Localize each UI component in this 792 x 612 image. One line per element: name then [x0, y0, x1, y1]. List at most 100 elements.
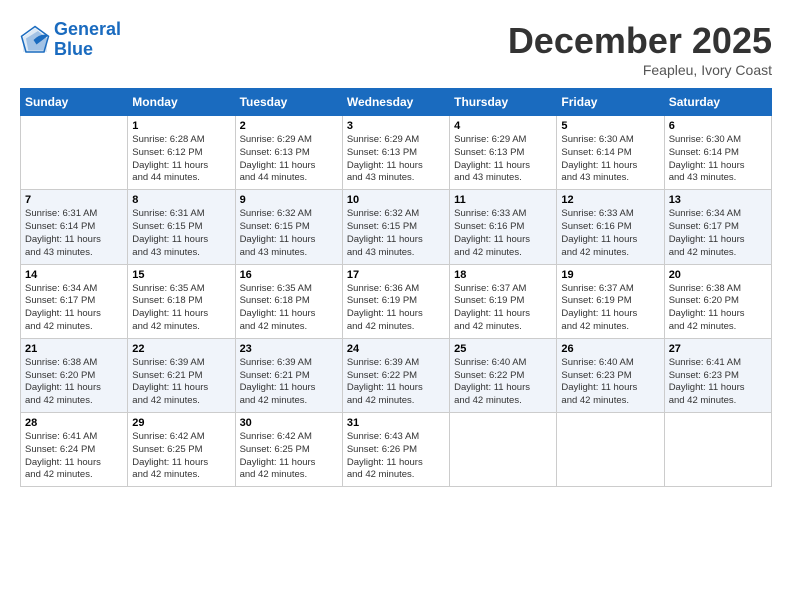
day-number: 26 — [561, 343, 659, 355]
day-number: 8 — [132, 194, 230, 206]
day-number: 24 — [347, 343, 445, 355]
day-number: 27 — [669, 343, 767, 355]
calendar-cell: 17 Sunrise: 6:36 AM Sunset: 6:19 PM Dayli… — [342, 264, 449, 338]
calendar-cell: 25 Sunrise: 6:40 AM Sunset: 6:22 PM Dayli… — [450, 338, 557, 412]
calendar-cell: 1Sunrise: 6:28 AM Sunset: 6:12 PM Daylig… — [128, 116, 235, 190]
day-number: 23 — [240, 343, 338, 355]
day-number: 28 — [25, 417, 123, 429]
cell-info: Sunrise: 6:38 AM Sunset: 6:20 PM Dayligh… — [25, 357, 123, 408]
cell-info: Sunrise: 6:39 AM Sunset: 6:21 PM Dayligh… — [240, 357, 338, 408]
logo-icon — [20, 25, 50, 55]
calendar-cell: 16 Sunrise: 6:35 AM Sunset: 6:18 PM Dayli… — [235, 264, 342, 338]
calendar-cell: 31Sunrise: 6:43 AM Sunset: 6:26 PM Dayli… — [342, 413, 449, 487]
calendar-cell: 29Sunrise: 6:42 AM Sunset: 6:25 PM Dayli… — [128, 413, 235, 487]
cell-info: Sunrise: 6:40 AM Sunset: 6:23 PM Dayligh… — [561, 357, 659, 408]
month-title: December 2025 — [508, 20, 772, 62]
cell-info: Sunrise: 6:34 AM Sunset: 6:17 PM Dayligh… — [25, 283, 123, 334]
cell-info: Sunrise: 6:31 AM Sunset: 6:14 PM Dayligh… — [25, 208, 123, 259]
calendar-body: 1Sunrise: 6:28 AM Sunset: 6:12 PM Daylig… — [21, 116, 772, 487]
day-number: 4 — [454, 120, 552, 132]
calendar-cell: 9 Sunrise: 6:32 AM Sunset: 6:15 PM Daylig… — [235, 190, 342, 264]
day-number: 6 — [669, 120, 767, 132]
calendar-table: SundayMondayTuesdayWednesdayThursdayFrid… — [20, 88, 772, 487]
calendar-week-2: 7 Sunrise: 6:31 AM Sunset: 6:14 PM Daylig… — [21, 190, 772, 264]
day-number: 20 — [669, 269, 767, 281]
day-number: 19 — [561, 269, 659, 281]
logo-text: General Blue — [54, 20, 121, 60]
cell-info: Sunrise: 6:28 AM Sunset: 6:12 PM Dayligh… — [132, 134, 230, 185]
day-number: 25 — [454, 343, 552, 355]
weekday-saturday: Saturday — [664, 89, 771, 116]
cell-info: Sunrise: 6:33 AM Sunset: 6:16 PM Dayligh… — [561, 208, 659, 259]
cell-info: Sunrise: 6:39 AM Sunset: 6:21 PM Dayligh… — [132, 357, 230, 408]
calendar-cell: 12 Sunrise: 6:33 AM Sunset: 6:16 PM Dayli… — [557, 190, 664, 264]
day-number: 30 — [240, 417, 338, 429]
day-number: 17 — [347, 269, 445, 281]
calendar-cell: 7 Sunrise: 6:31 AM Sunset: 6:14 PM Daylig… — [21, 190, 128, 264]
calendar-cell: 15 Sunrise: 6:35 AM Sunset: 6:18 PM Dayli… — [128, 264, 235, 338]
weekday-thursday: Thursday — [450, 89, 557, 116]
cell-info: Sunrise: 6:42 AM Sunset: 6:25 PM Dayligh… — [240, 431, 338, 482]
weekday-wednesday: Wednesday — [342, 89, 449, 116]
cell-info: Sunrise: 6:31 AM Sunset: 6:15 PM Dayligh… — [132, 208, 230, 259]
day-number: 11 — [454, 194, 552, 206]
calendar-cell: 3 Sunrise: 6:29 AM Sunset: 6:13 PM Daylig… — [342, 116, 449, 190]
calendar-cell: 10Sunrise: 6:32 AM Sunset: 6:15 PM Dayli… — [342, 190, 449, 264]
calendar-cell: 14 Sunrise: 6:34 AM Sunset: 6:17 PM Dayli… — [21, 264, 128, 338]
calendar-cell — [21, 116, 128, 190]
day-number: 29 — [132, 417, 230, 429]
cell-info: Sunrise: 6:30 AM Sunset: 6:14 PM Dayligh… — [669, 134, 767, 185]
calendar-week-5: 28 Sunrise: 6:41 AM Sunset: 6:24 PM Dayli… — [21, 413, 772, 487]
cell-info: Sunrise: 6:41 AM Sunset: 6:23 PM Dayligh… — [669, 357, 767, 408]
cell-info: Sunrise: 6:36 AM Sunset: 6:19 PM Dayligh… — [347, 283, 445, 334]
logo: General Blue — [20, 20, 121, 60]
calendar-cell: 13 Sunrise: 6:34 AM Sunset: 6:17 PM Dayli… — [664, 190, 771, 264]
cell-info: Sunrise: 6:38 AM Sunset: 6:20 PM Dayligh… — [669, 283, 767, 334]
calendar-cell: 8 Sunrise: 6:31 AM Sunset: 6:15 PM Daylig… — [128, 190, 235, 264]
title-block: December 2025 Feapleu, Ivory Coast — [508, 20, 772, 78]
cell-info: Sunrise: 6:35 AM Sunset: 6:18 PM Dayligh… — [240, 283, 338, 334]
weekday-sunday: Sunday — [21, 89, 128, 116]
day-number: 18 — [454, 269, 552, 281]
day-number: 5 — [561, 120, 659, 132]
day-number: 16 — [240, 269, 338, 281]
calendar-cell: 30 Sunrise: 6:42 AM Sunset: 6:25 PM Dayli… — [235, 413, 342, 487]
calendar-cell: 28 Sunrise: 6:41 AM Sunset: 6:24 PM Dayli… — [21, 413, 128, 487]
location: Feapleu, Ivory Coast — [508, 62, 772, 78]
calendar-cell: 2 Sunrise: 6:29 AM Sunset: 6:13 PM Daylig… — [235, 116, 342, 190]
day-number: 9 — [240, 194, 338, 206]
calendar-week-1: 1Sunrise: 6:28 AM Sunset: 6:12 PM Daylig… — [21, 116, 772, 190]
day-number: 12 — [561, 194, 659, 206]
day-number: 31 — [347, 417, 445, 429]
day-number: 10 — [347, 194, 445, 206]
calendar-cell: 4 Sunrise: 6:29 AM Sunset: 6:13 PM Daylig… — [450, 116, 557, 190]
calendar-cell — [450, 413, 557, 487]
cell-info: Sunrise: 6:39 AM Sunset: 6:22 PM Dayligh… — [347, 357, 445, 408]
day-number: 14 — [25, 269, 123, 281]
cell-info: Sunrise: 6:29 AM Sunset: 6:13 PM Dayligh… — [454, 134, 552, 185]
cell-info: Sunrise: 6:32 AM Sunset: 6:15 PM Dayligh… — [240, 208, 338, 259]
calendar-cell: 22 Sunrise: 6:39 AM Sunset: 6:21 PM Dayli… — [128, 338, 235, 412]
page-header: General Blue December 2025 Feapleu, Ivor… — [20, 20, 772, 78]
cell-info: Sunrise: 6:34 AM Sunset: 6:17 PM Dayligh… — [669, 208, 767, 259]
calendar-cell: 24 Sunrise: 6:39 AM Sunset: 6:22 PM Dayli… — [342, 338, 449, 412]
cell-info: Sunrise: 6:29 AM Sunset: 6:13 PM Dayligh… — [347, 134, 445, 185]
cell-info: Sunrise: 6:41 AM Sunset: 6:24 PM Dayligh… — [25, 431, 123, 482]
calendar-cell — [557, 413, 664, 487]
day-number: 7 — [25, 194, 123, 206]
calendar-week-3: 14 Sunrise: 6:34 AM Sunset: 6:17 PM Dayli… — [21, 264, 772, 338]
day-number: 13 — [669, 194, 767, 206]
calendar-cell: 21Sunrise: 6:38 AM Sunset: 6:20 PM Dayli… — [21, 338, 128, 412]
cell-info: Sunrise: 6:37 AM Sunset: 6:19 PM Dayligh… — [454, 283, 552, 334]
calendar-cell: 19Sunrise: 6:37 AM Sunset: 6:19 PM Dayli… — [557, 264, 664, 338]
calendar-cell — [664, 413, 771, 487]
day-number: 2 — [240, 120, 338, 132]
cell-info: Sunrise: 6:30 AM Sunset: 6:14 PM Dayligh… — [561, 134, 659, 185]
cell-info: Sunrise: 6:40 AM Sunset: 6:22 PM Dayligh… — [454, 357, 552, 408]
day-number: 15 — [132, 269, 230, 281]
day-number: 22 — [132, 343, 230, 355]
day-number: 3 — [347, 120, 445, 132]
cell-info: Sunrise: 6:35 AM Sunset: 6:18 PM Dayligh… — [132, 283, 230, 334]
weekday-tuesday: Tuesday — [235, 89, 342, 116]
cell-info: Sunrise: 6:29 AM Sunset: 6:13 PM Dayligh… — [240, 134, 338, 185]
